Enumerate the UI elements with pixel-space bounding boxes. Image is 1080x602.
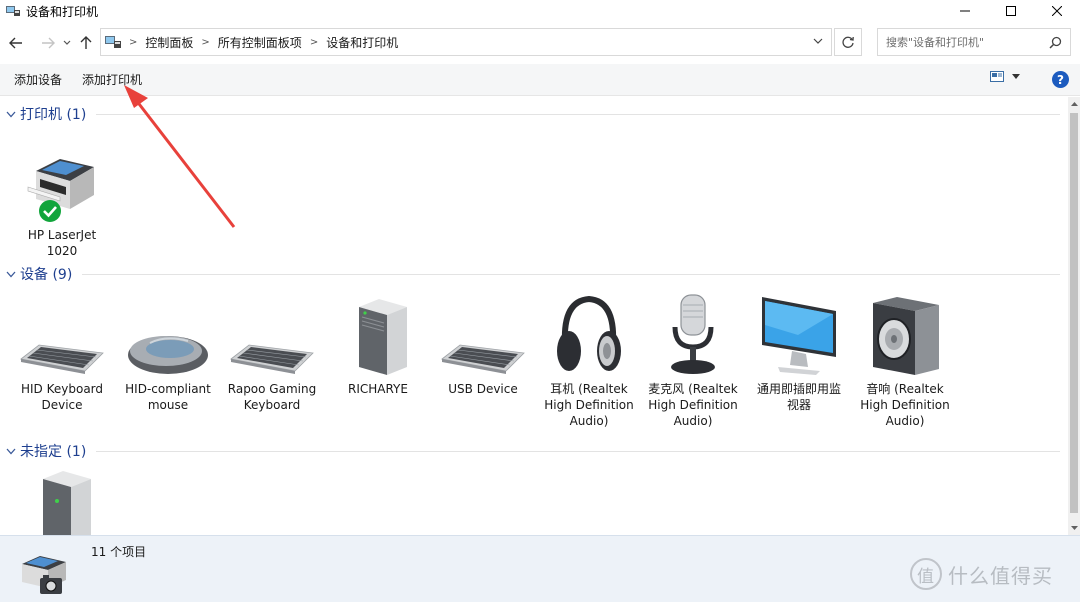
add-printer-button[interactable]: 添加打印机 (74, 68, 150, 92)
device-monitor[interactable]: 通用即插即用监 视器 (749, 293, 849, 413)
breadcrumb-control-panel[interactable]: 控制面板 (145, 34, 193, 51)
group-title: 设备 (9) (20, 267, 73, 283)
scroll-thumb[interactable] (1070, 113, 1078, 513)
device-label: Rapoo Gaming Keyboard (227, 382, 317, 412)
change-view-button[interactable] (990, 71, 1020, 82)
headphones-icon (557, 295, 621, 371)
device-label: HID Keyboard Device (20, 382, 104, 412)
address-bar[interactable]: > 控制面板 > 所有控制面板项 > 设备和打印机 (100, 28, 832, 56)
device-usb[interactable]: USB Device (433, 293, 533, 397)
monitor-icon (762, 297, 836, 375)
navigation-bar: > 控制面板 > 所有控制面板项 > 设备和打印机 (0, 26, 1080, 60)
search-box[interactable] (877, 28, 1071, 56)
caret-down-icon (1012, 74, 1020, 79)
breadcrumb-all-items[interactable]: 所有控制面板项 (218, 34, 302, 51)
maximize-icon (1006, 6, 1016, 16)
caret-down-icon (1070, 526, 1078, 530)
keyboard-icon (230, 344, 314, 374)
watermark-text: 什么值得买 (948, 563, 1053, 588)
group-header-unspecified[interactable]: 未指定 (1) (0, 440, 1060, 462)
breadcrumb-devices-printers[interactable]: 设备和打印机 (326, 34, 398, 51)
computer-tower-icon (359, 299, 407, 375)
device-label: RICHARYE (348, 382, 408, 396)
arrow-right-icon (42, 37, 55, 49)
arrow-left-icon (9, 37, 22, 49)
arrow-up-icon (80, 36, 92, 49)
device-unspecified-computer[interactable] (18, 469, 118, 535)
device-label: HID-compliant mouse (125, 382, 211, 412)
back-button[interactable] (4, 31, 28, 55)
speaker-icon (873, 297, 939, 375)
computer-tower-icon (43, 471, 91, 535)
group-title: 未指定 (1) (20, 444, 87, 460)
minimize-button[interactable] (942, 0, 988, 22)
device-label: 音响 (Realtek High Definition Audio) (860, 382, 950, 428)
up-button[interactable] (74, 31, 98, 55)
devices-printers-icon (22, 556, 66, 594)
view-icon (990, 71, 1004, 82)
item-count: 11 个项目 (91, 545, 147, 559)
close-icon (1052, 6, 1062, 16)
group-divider (96, 450, 1060, 452)
help-button[interactable]: ? (1052, 71, 1069, 88)
group-title: 打印机 (1) (20, 107, 87, 123)
breadcrumb-separator: > (129, 36, 138, 48)
microphone-icon (671, 294, 715, 374)
printer-icon (27, 159, 94, 222)
group-header-printers[interactable]: 打印机 (1) (0, 103, 1060, 125)
window-controls (942, 0, 1080, 22)
vertical-scrollbar[interactable] (1068, 97, 1080, 535)
search-input[interactable] (886, 35, 1046, 49)
device-label: USB Device (448, 382, 518, 396)
refresh-icon (842, 36, 854, 48)
device-label: 麦克风 (Realtek High Definition Audio) (648, 382, 738, 428)
device-hp-laserjet[interactable]: HP LaserJet 1020 (12, 137, 112, 259)
chevron-down-icon (6, 111, 16, 117)
keyboard-icon (441, 344, 525, 374)
maximize-button[interactable] (988, 0, 1034, 22)
scroll-down-button[interactable] (1068, 521, 1080, 535)
keyboard-icon (20, 344, 104, 374)
minimize-icon (960, 10, 970, 12)
refresh-button[interactable] (834, 28, 862, 56)
watermark: 值 什么值得买 (910, 558, 1053, 590)
devices-printers-icon (6, 6, 20, 16)
default-check-icon (39, 200, 61, 222)
details-pane: 11 个项目 值 什么值得买 (0, 535, 1080, 602)
group-header-devices[interactable]: 设备 (9) (0, 263, 1060, 285)
mouse-icon (128, 336, 208, 374)
device-microphone[interactable]: 麦克风 (Realtek High Definition Audio) (643, 293, 743, 429)
devices-view: 打印机 (1) HP LaserJet 1020 设备 (9) HID Keyb… (0, 97, 1068, 535)
add-device-button[interactable]: 添加设备 (6, 68, 70, 92)
control-panel-icon (105, 36, 121, 48)
chevron-down-icon[interactable] (813, 37, 823, 45)
window-title: 设备和打印机 (26, 4, 99, 19)
device-rapoo-keyboard[interactable]: Rapoo Gaming Keyboard (222, 293, 322, 413)
device-hid-keyboard[interactable]: HID Keyboard Device (12, 293, 112, 413)
device-headphones[interactable]: 耳机 (Realtek High Definition Audio) (539, 293, 639, 429)
scroll-up-button[interactable] (1068, 97, 1080, 111)
chevron-down-icon (63, 40, 71, 45)
device-label: HP LaserJet 1020 (27, 228, 97, 258)
close-button[interactable] (1034, 0, 1080, 22)
command-bar: 添加设备 添加打印机 ? (0, 64, 1080, 96)
device-hid-mouse[interactable]: HID-compliant mouse (118, 293, 218, 413)
device-richarye[interactable]: RICHARYE (328, 293, 428, 397)
forward-button[interactable] (36, 31, 60, 55)
breadcrumb-separator: > (309, 36, 319, 48)
recent-locations-button[interactable] (60, 31, 74, 55)
device-speaker[interactable]: 音响 (Realtek High Definition Audio) (855, 293, 955, 429)
caret-up-icon (1070, 102, 1078, 106)
chevron-down-icon (6, 448, 16, 454)
title-bar: 设备和打印机 (0, 0, 1080, 22)
watermark-logo: 值 (910, 558, 942, 590)
group-divider (96, 113, 1060, 115)
device-label: 耳机 (Realtek High Definition Audio) (544, 382, 634, 428)
device-label: 通用即插即用监 视器 (756, 382, 841, 412)
breadcrumb-separator: > (201, 36, 210, 48)
chevron-down-icon (6, 271, 16, 277)
group-divider (82, 273, 1060, 275)
search-icon[interactable] (1049, 36, 1062, 49)
